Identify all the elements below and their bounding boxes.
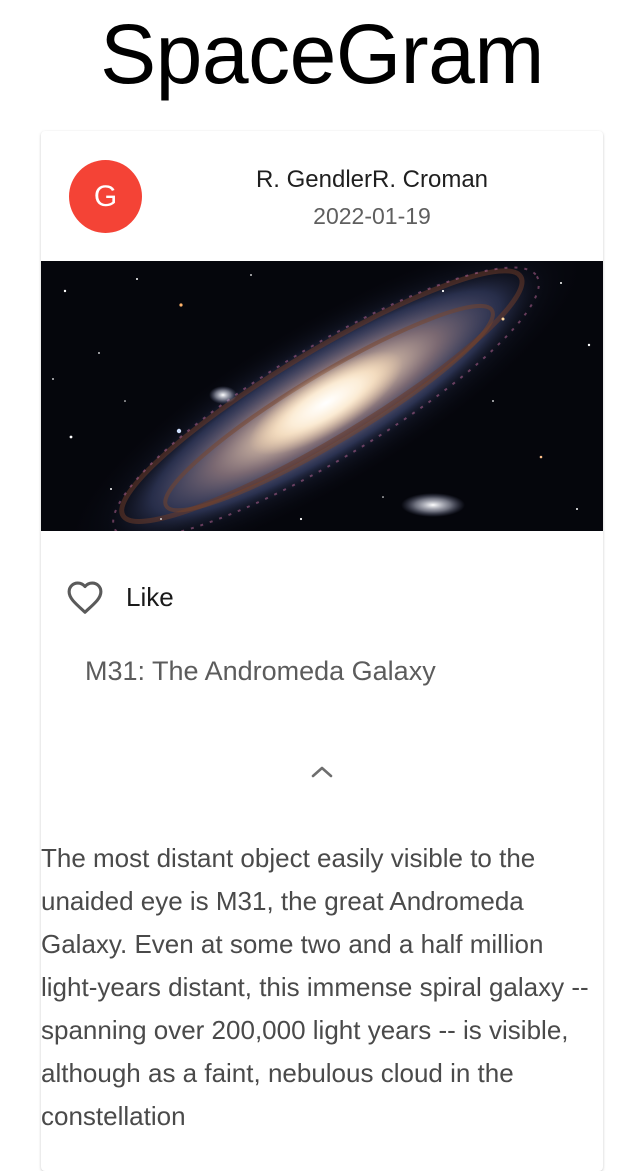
- avatar: G: [69, 160, 142, 233]
- post-image: [41, 261, 603, 531]
- collapse-button[interactable]: [303, 753, 341, 791]
- heart-outline-icon: [67, 581, 103, 614]
- like-label: Like: [126, 581, 174, 612]
- like-button[interactable]: Like: [65, 575, 174, 619]
- post-date: 2022-01-19: [313, 203, 431, 229]
- chevron-up-icon: [311, 766, 333, 778]
- post-author: R. GendlerR. Croman: [255, 166, 489, 193]
- galaxy-illustration: [41, 261, 603, 531]
- post-card: G R. GendlerR. Croman 2022-01-19 Like M3…: [41, 131, 603, 1171]
- post-title: M31: The Andromeda Galaxy: [85, 656, 436, 686]
- post-description: The most distant object easily visible t…: [41, 843, 589, 1131]
- app-title: SpaceGram: [100, 7, 544, 101]
